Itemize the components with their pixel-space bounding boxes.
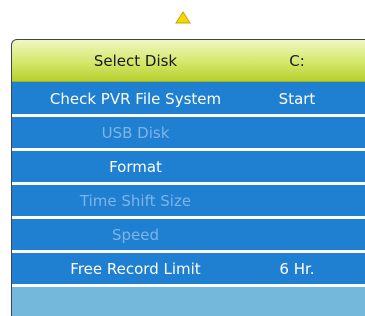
menu-item-label: Select Disk [93, 51, 178, 70]
up-triangle-icon [175, 11, 191, 24]
menu-item-label: Speed [111, 225, 160, 244]
menu-item-label: Free Record Limit [70, 259, 201, 278]
menu-item-check-pvr-file-system[interactable]: Check PVR File System Start [12, 83, 365, 114]
menu-item-free-record-limit[interactable]: Free Record Limit 6 Hr. [12, 253, 365, 284]
menu-item-select-disk[interactable]: Select Disk C: [12, 40, 365, 82]
menu-item-value: Start [278, 89, 316, 108]
menu-footer-bar [12, 287, 365, 316]
menu-item-time-shift-size: Time Shift Size [12, 185, 365, 216]
menu-item-label: USB Disk [101, 123, 170, 142]
menu-item-format[interactable]: Format [12, 151, 365, 182]
menu-item-value: C: [289, 51, 305, 70]
menu-item-label: Format [109, 157, 162, 176]
menu-item-speed: Speed [12, 219, 365, 250]
menu-item-value: 6 Hr. [279, 259, 315, 278]
pvr-settings-menu: Select Disk C: Check PVR File System Sta… [11, 39, 365, 316]
menu-item-usb-disk: USB Disk [12, 117, 365, 148]
menu-item-label: Time Shift Size [79, 191, 192, 210]
menu-item-label: Check PVR File System [49, 89, 222, 108]
